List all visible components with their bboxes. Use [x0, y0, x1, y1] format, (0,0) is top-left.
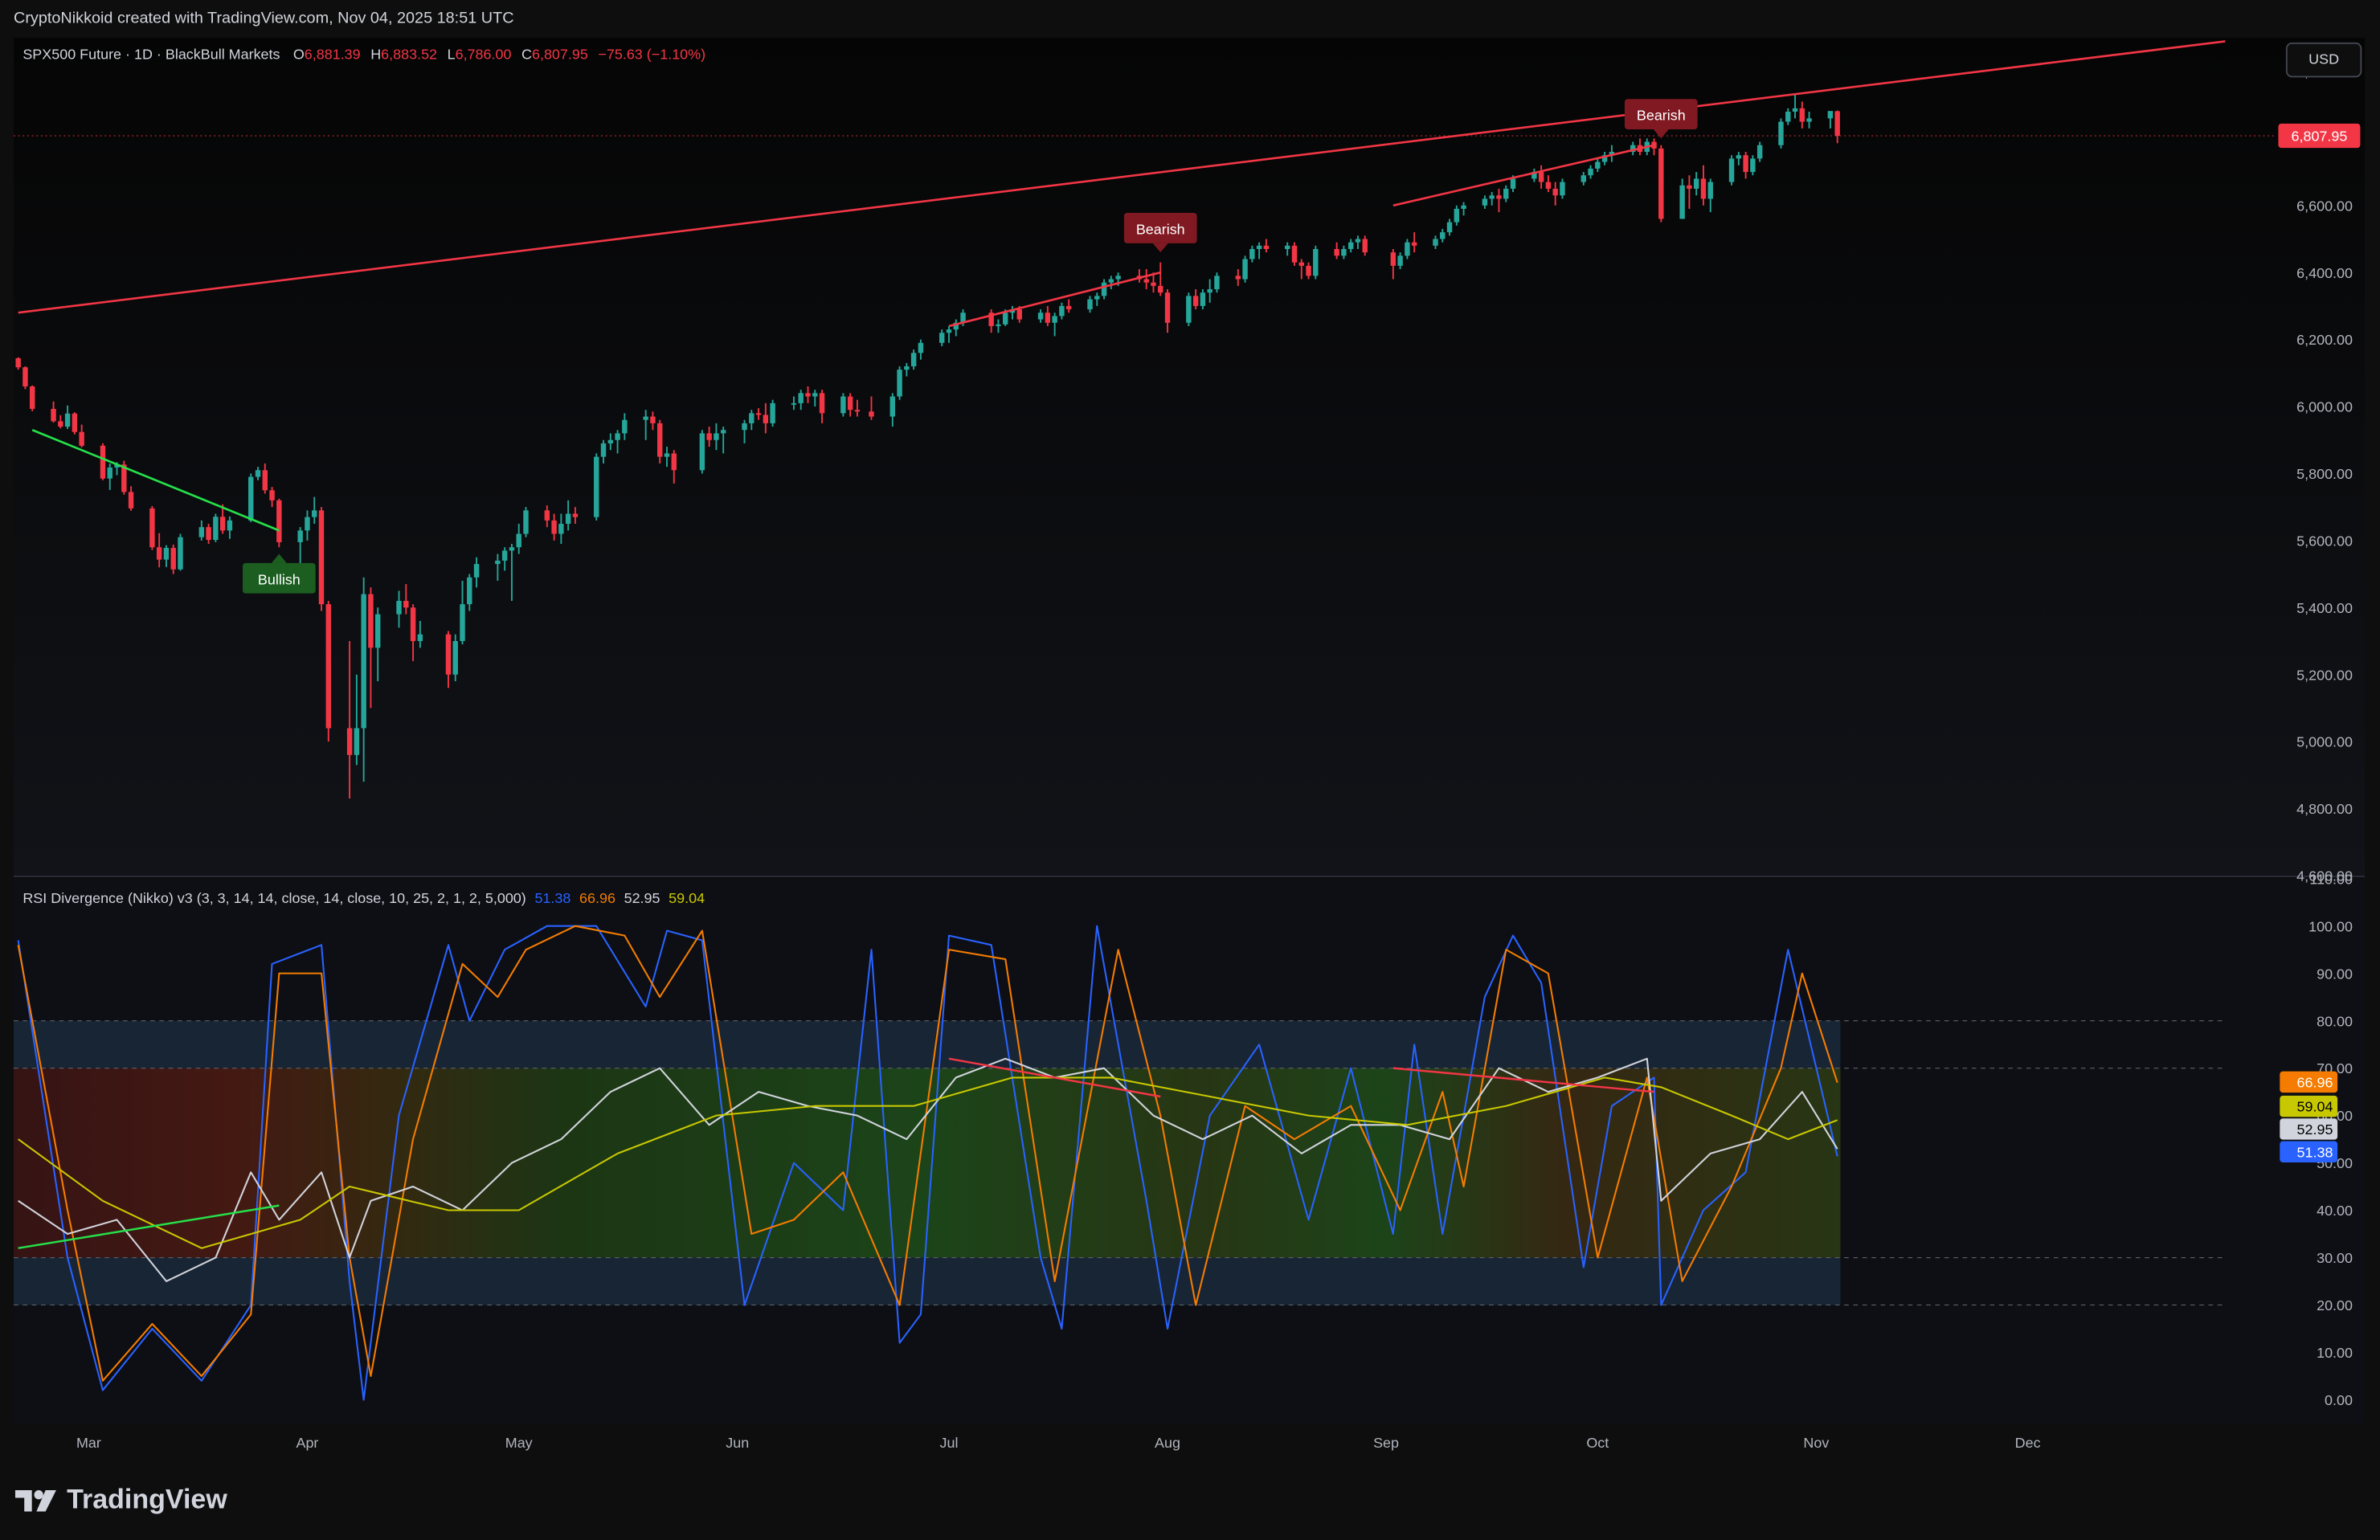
- rsi-value-orange: 66.96: [579, 890, 615, 908]
- currency-button[interactable]: USD: [2285, 42, 2362, 78]
- time-axis-tick: Aug: [1155, 1435, 1180, 1451]
- time-axis-tick: Nov: [1803, 1435, 1829, 1451]
- high-value: 6,883.52: [381, 47, 438, 64]
- time-axis-tick: Oct: [1586, 1435, 1609, 1451]
- low-label: L: [447, 47, 456, 64]
- tradingview-brand: TradingView: [67, 1484, 227, 1515]
- price-pane[interactable]: SPX500 Future · 1D · BlackBull Markets O…: [14, 38, 2366, 877]
- time-axis-tick: Dec: [2015, 1435, 2041, 1451]
- change-value: −75.63 (−1.10%): [598, 47, 706, 64]
- close-value: 6,807.95: [531, 47, 588, 64]
- low-value: 6,786.00: [455, 47, 512, 64]
- open-label: O: [292, 47, 305, 64]
- chart-screen: CryptoNikkoid created with TradingView.c…: [0, 0, 2380, 1540]
- tradingview-logo[interactable]: TradingView: [14, 1484, 227, 1516]
- time-axis-tick: Apr: [296, 1435, 318, 1451]
- time-axis-tick: Jun: [726, 1435, 749, 1451]
- rsi-value-yellow: 59.04: [669, 890, 705, 908]
- time-axis-tick: Mar: [76, 1435, 101, 1451]
- rsi-title: RSI Divergence (Nikko) v3 (3, 3, 14, 14,…: [22, 890, 526, 908]
- rsi-legend: RSI Divergence (Nikko) v3 (3, 3, 14, 14,…: [22, 891, 705, 908]
- high-label: H: [370, 47, 382, 64]
- close-label: C: [521, 47, 532, 64]
- rsi-value-white: 52.95: [624, 890, 660, 908]
- time-axis-tick: Sep: [1373, 1435, 1399, 1451]
- time-axis-tick: May: [505, 1435, 533, 1451]
- rsi-pane[interactable]: RSI Divergence (Nikko) v3 (3, 3, 14, 14,…: [14, 878, 2366, 1424]
- rsi-value-blue: 51.38: [534, 890, 571, 908]
- price-legend: SPX500 Future · 1D · BlackBull Markets O…: [22, 47, 705, 64]
- time-axis-tick: Jul: [940, 1435, 959, 1451]
- attribution: CryptoNikkoid created with TradingView.c…: [14, 9, 514, 28]
- symbol-title: SPX500 Future · 1D · BlackBull Markets: [22, 47, 280, 64]
- open-value: 6,881.39: [304, 47, 361, 64]
- tradingview-logo-icon: [14, 1489, 56, 1511]
